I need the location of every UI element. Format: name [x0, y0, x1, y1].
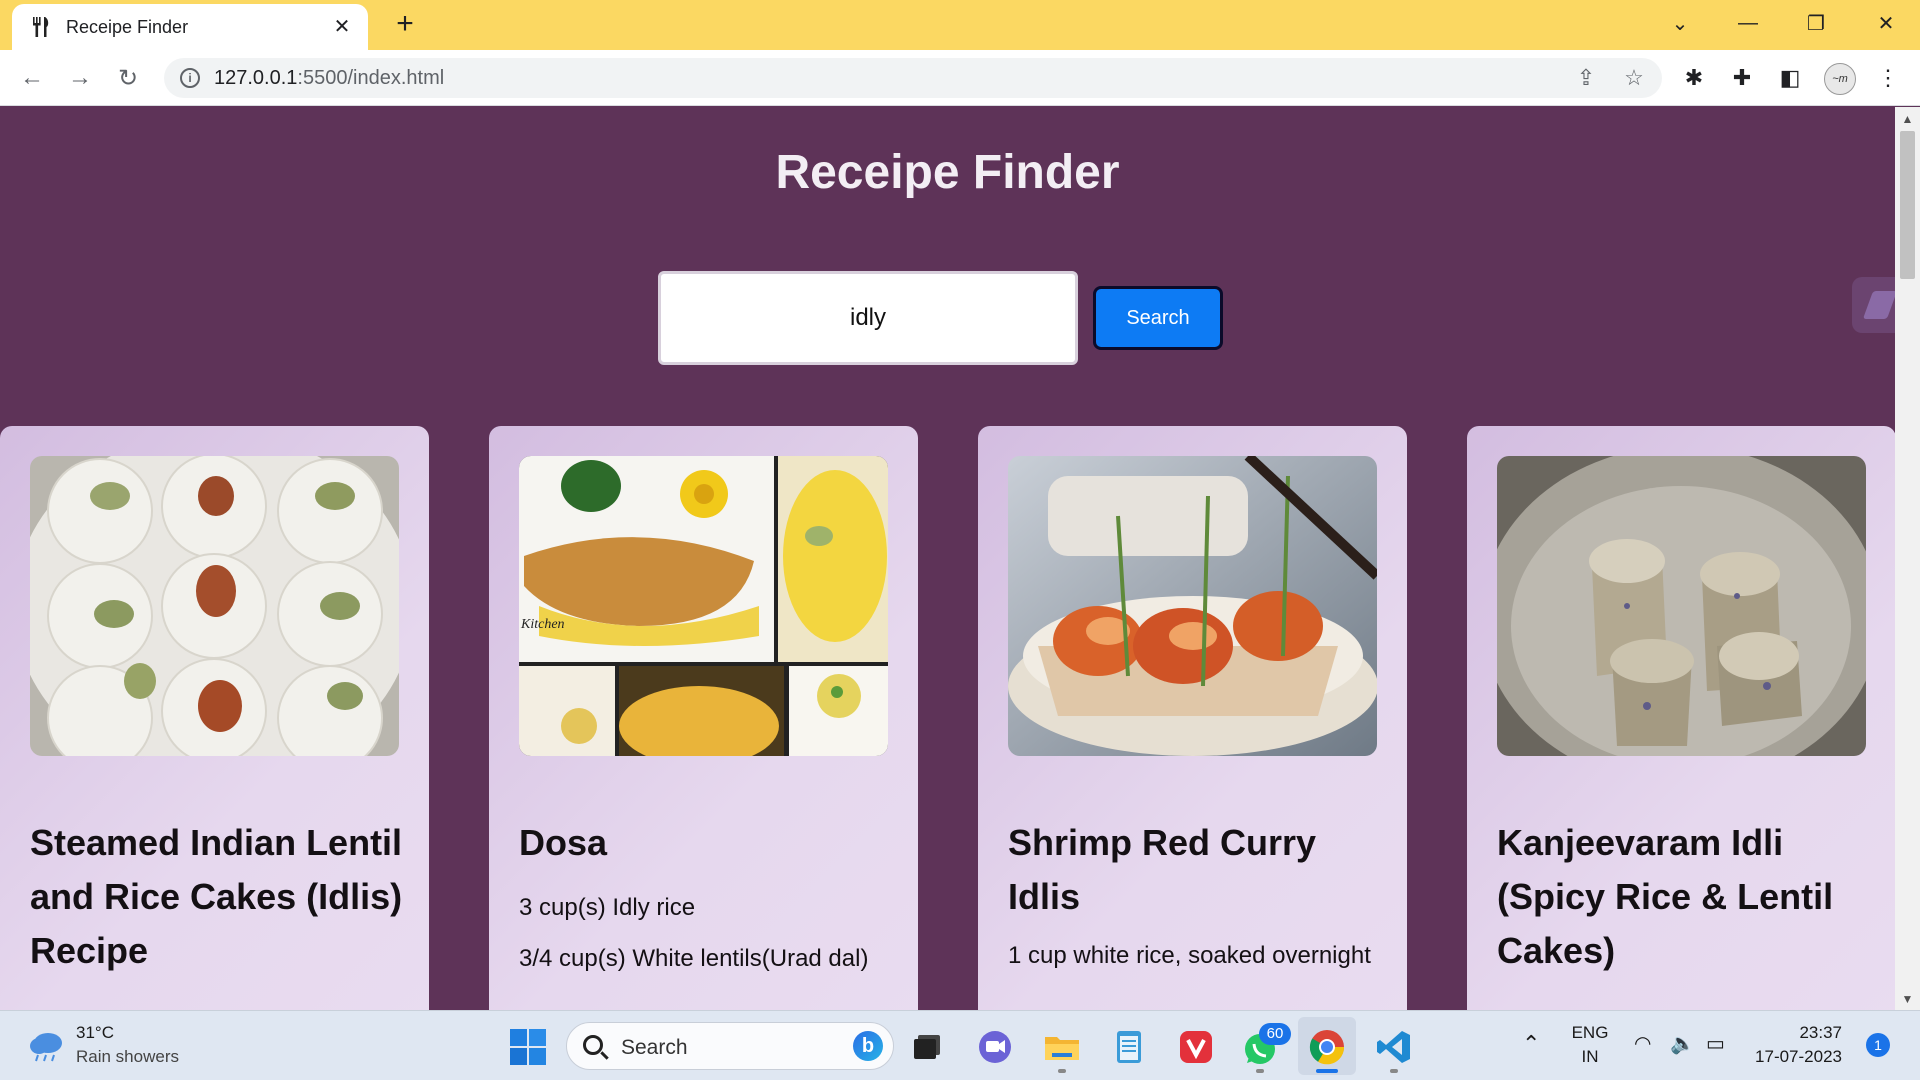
recipe-title: Shrimp Red Curry Idlis [1008, 822, 1317, 917]
tab-close-icon[interactable]: ✕ [330, 14, 354, 38]
bug-extension-icon[interactable]: ✱ [1680, 64, 1708, 92]
notification-badge[interactable]: 1 [1866, 1033, 1890, 1057]
address-bar[interactable]: i 127.0.0.1:5500/index.html ⇪ ☆ [164, 58, 1662, 98]
search-input[interactable]: idly [658, 271, 1078, 365]
reload-icon[interactable]: ↻ [112, 62, 144, 94]
weather-description: Rain showers [76, 1047, 179, 1066]
volume-icon[interactable]: 🔈 [1670, 1031, 1695, 1056]
recipe-ingredient: 3 cup(s) Idly rice [519, 894, 696, 921]
page-scrollbar[interactable]: ▲ ▼ [1895, 107, 1920, 1010]
search-icon [583, 1035, 603, 1055]
side-panel-icon[interactable]: ◧ [1776, 64, 1804, 92]
url-path: :5500/index.html [297, 67, 445, 89]
page-content: Receipe Finder idly Search Steamed India… [0, 107, 1895, 1010]
bookmark-star-icon[interactable]: ☆ [1622, 66, 1646, 90]
tray-overflow-chevron-icon[interactable]: ⌃ [1522, 1031, 1540, 1057]
notepad-icon[interactable] [1109, 1027, 1149, 1067]
more-menu-icon[interactable]: ⋮ [1874, 64, 1902, 92]
active-indicator [1316, 1069, 1338, 1073]
clock-time[interactable]: 23:37 [1752, 1023, 1842, 1043]
vivaldi-icon[interactable] [1176, 1027, 1216, 1067]
recipe-image-dosa: Kitchen [519, 456, 888, 756]
page-title: Receipe Finder [775, 146, 1120, 199]
taskbar-search[interactable]: Search b [566, 1022, 894, 1070]
url-text: 127.0.0.1:5500/index.html [214, 67, 444, 90]
forward-arrow-icon[interactable]: → [64, 62, 96, 94]
language-indicator-bottom[interactable]: IN [1570, 1047, 1610, 1067]
recipe-image-shrimp [1008, 456, 1377, 756]
wifi-icon[interactable]: ◠ [1634, 1031, 1651, 1056]
recipe-title: Steamed Indian Lentil and Rice Cakes (Id… [30, 822, 403, 971]
share-icon[interactable]: ⇪ [1574, 66, 1598, 90]
url-host: 127.0.0.1 [214, 67, 298, 89]
recipe-image-idli [30, 456, 399, 756]
recipe-title: Dosa [519, 822, 608, 863]
battery-icon[interactable]: ▭ [1706, 1031, 1725, 1056]
recipe-card[interactable]: Kanjeevaram Idli (Spicy Rice & Lentil Ca… [1467, 426, 1895, 1010]
recipe-card[interactable]: Shrimp Red Curry Idlis 1 cup white rice,… [978, 426, 1407, 1010]
running-indicator [1058, 1069, 1066, 1073]
new-tab-button[interactable]: + [390, 9, 420, 40]
browser-toolbar: ← → ↻ i 127.0.0.1:5500/index.html ⇪ ☆ [0, 50, 1920, 106]
running-indicator [1390, 1069, 1398, 1073]
bing-icon[interactable]: b [853, 1031, 883, 1061]
site-info-icon[interactable]: i [180, 68, 200, 88]
windows-start-icon[interactable] [508, 1027, 548, 1067]
extensions-puzzle-icon[interactable]: ✚ [1728, 64, 1756, 92]
scroll-up-arrow-icon[interactable]: ▲ [1895, 109, 1920, 129]
widget-logo-icon [1862, 291, 1895, 319]
browser-tab[interactable]: Receipe Finder ✕ [12, 4, 368, 50]
clock-date[interactable]: 17-07-2023 [1752, 1047, 1842, 1067]
tab-search-chevron-icon[interactable]: ⌄ [1660, 8, 1700, 38]
scrollbar-thumb[interactable] [1900, 131, 1915, 279]
language-indicator-top[interactable]: ENG [1570, 1023, 1610, 1043]
search-button[interactable]: Search [1093, 286, 1223, 350]
close-window-button[interactable]: ✕ [1866, 8, 1906, 38]
recipe-card[interactable]: Kitchen Dosa 3 cup(s) Idly rice 3/4 cup(… [489, 426, 918, 1010]
task-view-icon[interactable] [908, 1027, 948, 1067]
weather-temperature: 31°C [76, 1023, 114, 1042]
back-arrow-icon[interactable]: ← [16, 62, 48, 94]
chrome-icon[interactable] [1307, 1027, 1347, 1067]
fork-knife-icon [33, 17, 49, 37]
whatsapp-unread-badge: 60 [1259, 1023, 1291, 1045]
svg-text:Kitchen: Kitchen [520, 617, 565, 632]
recipe-card[interactable]: Steamed Indian Lentil and Rice Cakes (Id… [0, 426, 429, 1010]
recipe-ingredient: 3/4 cup(s) White lentils(Urad dal) [519, 945, 869, 972]
recipe-ingredient: 1 cup white rice, soaked overnight [1008, 942, 1371, 969]
rain-cloud-icon[interactable] [28, 1029, 66, 1063]
scroll-down-arrow-icon[interactable]: ▼ [1895, 989, 1920, 1009]
taskbar-search-label: Search [621, 1036, 688, 1059]
tab-title: Receipe Finder [66, 17, 189, 37]
running-indicator [1256, 1069, 1264, 1073]
teams-chat-icon[interactable] [975, 1027, 1015, 1067]
windows-taskbar: 31°C Rain showers Search b 60 ⌃ ENG IN ◠… [0, 1010, 1920, 1080]
browser-title-bar: Receipe Finder ✕ + ⌄ — ❐ ✕ [0, 0, 1920, 50]
side-widget[interactable] [1852, 277, 1895, 333]
profile-avatar[interactable]: ~m [1824, 63, 1856, 95]
vscode-icon[interactable] [1374, 1027, 1414, 1067]
minimize-button[interactable]: — [1728, 8, 1768, 38]
file-explorer-icon[interactable] [1042, 1027, 1082, 1067]
recipe-image-kanjeevaram-idli [1497, 456, 1866, 756]
recipe-title: Kanjeevaram Idli (Spicy Rice & Lentil Ca… [1497, 822, 1834, 971]
restore-button[interactable]: ❐ [1796, 8, 1836, 38]
